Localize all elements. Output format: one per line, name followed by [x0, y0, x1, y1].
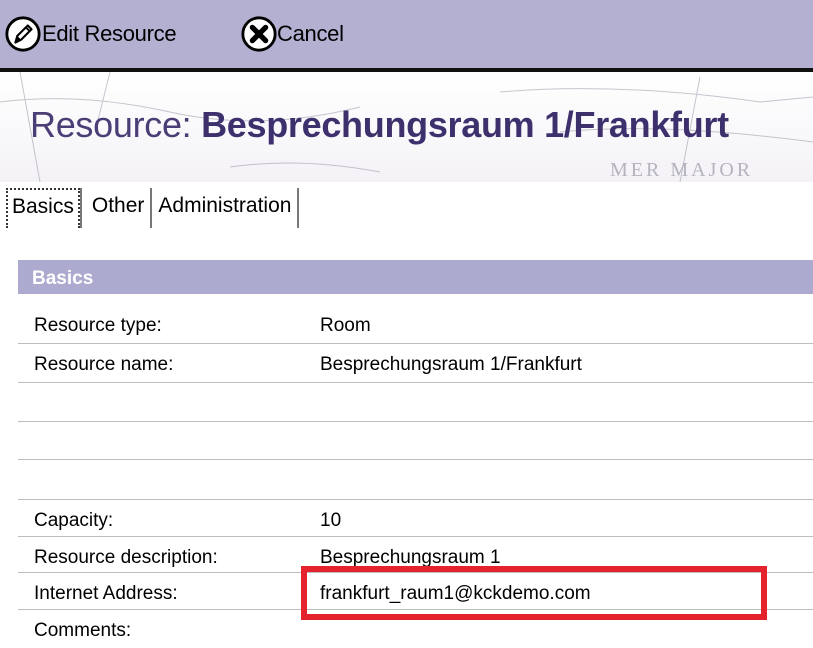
cancel-button[interactable]: Cancel	[240, 12, 344, 56]
field-label: Resource type:	[34, 315, 162, 336]
field-label: Comments:	[34, 620, 132, 641]
field-label: Internet Address:	[34, 583, 178, 604]
field-row-capacity: Capacity: 10	[18, 500, 813, 537]
pencil-circle-icon	[5, 16, 41, 52]
field-row-empty-1	[18, 383, 813, 422]
x-circle-icon	[241, 16, 277, 52]
cancel-label: Cancel	[277, 21, 344, 46]
field-value: Besprechungsraum 1	[320, 547, 501, 568]
field-label: Resource description:	[34, 547, 218, 568]
field-row-resource-name: Resource name: Besprechungsraum 1/Frankf…	[18, 344, 813, 383]
field-row-internet-address: Internet Address: frankfurt_raum1@kckdem…	[18, 573, 813, 610]
tab-bar: Basics Other Administration	[6, 188, 300, 228]
field-row-resource-description: Resource description: Besprechungsraum 1	[18, 537, 813, 573]
field-value: 10	[320, 510, 342, 531]
edit-resource-button[interactable]: Edit Resource	[4, 12, 177, 56]
page-title: Resource: Besprechungsraum 1/Frankfurt	[30, 104, 729, 146]
field-label: Capacity:	[34, 510, 114, 531]
field-value: Besprechungsraum 1/Frankfurt	[320, 354, 582, 375]
field-label: Resource name:	[34, 354, 174, 375]
section-header-basics: Basics	[18, 260, 813, 294]
field-value: frankfurt_raum1@kckdemo.com	[320, 583, 591, 604]
edit-resource-label: Edit Resource	[42, 21, 177, 46]
tab-basics[interactable]: Basics	[6, 188, 80, 228]
tab-administration[interactable]: Administration	[152, 188, 300, 228]
tab-other[interactable]: Other	[86, 188, 153, 228]
resource-name-title: Besprechungsraum 1/Frankfurt	[201, 104, 729, 145]
field-row-comments: Comments:	[18, 610, 813, 648]
field-value: Room	[320, 315, 371, 336]
page-title-prefix: Resource:	[30, 104, 202, 145]
map-text: MER MAJOR	[610, 159, 753, 181]
field-row-resource-type: Resource type: Room	[18, 305, 813, 344]
field-row-spacer	[18, 460, 813, 500]
title-banner: MER MAJOR Resource: Besprechungsraum 1/F…	[0, 72, 813, 182]
toolbar: Edit Resource Cancel	[0, 0, 813, 72]
field-row-empty-2	[18, 422, 813, 460]
